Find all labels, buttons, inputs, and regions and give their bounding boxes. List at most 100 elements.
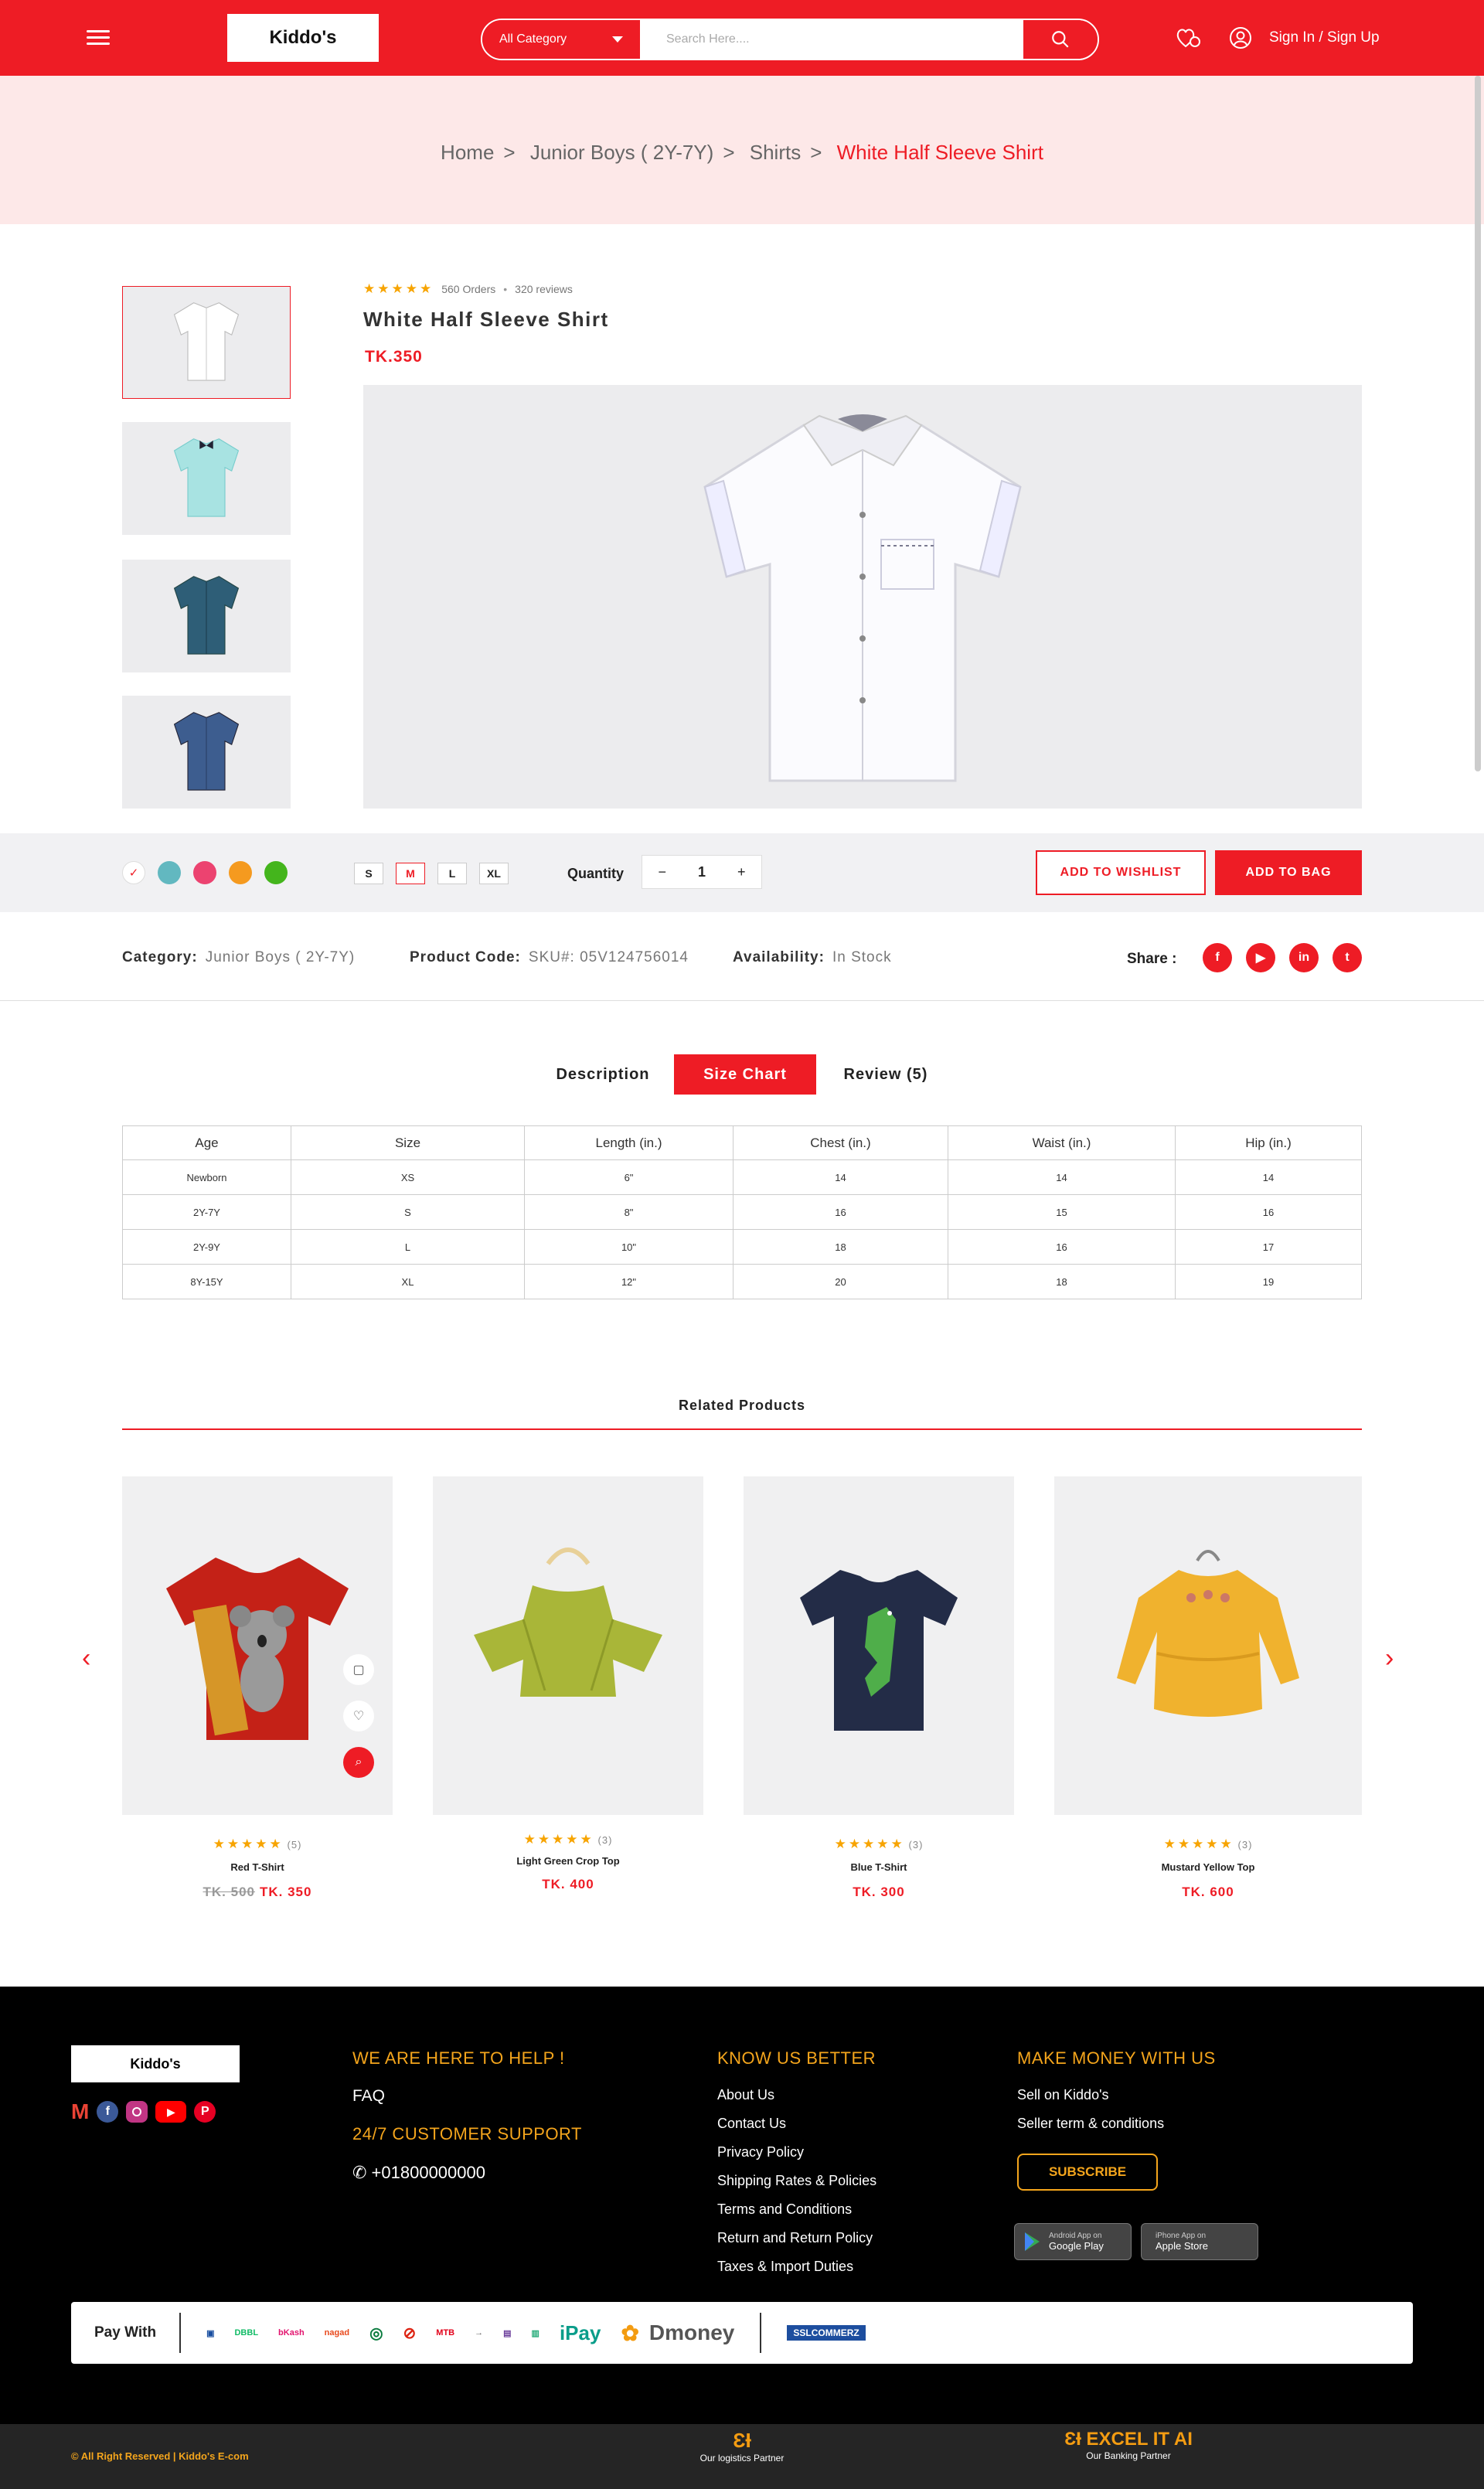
footer-link-about[interactable]: About Us [717,2087,774,2103]
pinterest-icon[interactable]: P [194,2101,216,2123]
faq-link[interactable]: FAQ [352,2087,385,2106]
subscribe-button[interactable]: SUBSCRIBE [1017,2154,1158,2191]
table-cell: XL [291,1264,525,1299]
linkedin-icon[interactable]: in [1289,943,1319,972]
instagram-icon[interactable] [126,2101,148,2123]
money-heading: MAKE MONEY WITH US [1017,2048,1216,2068]
google-play-button[interactable]: Android App on Google Play [1014,2223,1132,2260]
size-option-m[interactable]: M [396,863,425,884]
footer-link-terms[interactable]: Terms and Conditions [717,2201,852,2218]
heart-icon[interactable]: ♡ [343,1701,374,1731]
code-value: SKU#: 05V124756014 [528,949,689,965]
size-option-s[interactable]: S [354,863,383,884]
wishlist-icon[interactable] [1175,26,1203,53]
table-cell: S [291,1194,525,1230]
phone-icon: ✆ [352,2163,372,2182]
category-value[interactable]: Junior Boys ( 2Y-7Y) [206,949,356,965]
card-name[interactable]: Red T-Shirt [122,1861,393,1873]
color-swatch-orange[interactable] [229,861,252,884]
reviews-count[interactable]: 320 reviews [515,283,573,295]
add-to-wishlist-button[interactable]: ADD TO WISHLIST [1036,850,1206,895]
add-to-bag-button[interactable]: ADD TO BAG [1215,850,1362,895]
footer-link-taxes[interactable]: Taxes & Import Duties [717,2259,853,2275]
quantity-value[interactable]: 1 [698,864,706,880]
facebook-icon[interactable]: f [97,2101,119,2123]
crumb-current: White Half Sleeve Shirt [836,141,1043,164]
color-swatch-teal[interactable] [158,861,181,884]
crumb-category[interactable]: Junior Boys ( 2Y-7Y) [530,141,713,164]
footer-link-privacy[interactable]: Privacy Policy [717,2144,804,2160]
footer-link-returns[interactable]: Return and Return Policy [717,2230,873,2246]
color-swatch-pink[interactable] [193,861,216,884]
table-cell: 14 [1175,1159,1362,1195]
card-price: TK. 300 [744,1885,1014,1900]
product-card[interactable] [1054,1476,1362,1815]
site-logo[interactable]: Kiddo's [227,14,379,62]
copyright-text: All Right Reserved | Kiddo's E-com [80,2450,249,2462]
cart-icon[interactable]: ▢ [343,1654,374,1685]
dbbl-logo: DBBL [234,2328,259,2337]
carousel-next-icon[interactable]: › [1385,1643,1394,1674]
chevron-down-icon [612,36,623,43]
facebook-icon[interactable]: f [1203,943,1232,972]
tab-size-chart[interactable]: Size Chart [674,1054,816,1095]
color-swatch-white[interactable]: ✓ [122,861,145,884]
card-rating: ★★★★★ (3) [1163,1837,1253,1851]
scrollbar-thumb[interactable] [1475,76,1481,771]
product-card[interactable] [744,1476,1014,1815]
green-crop-top-image [474,1548,662,1697]
quick-view-icon[interactable]: ⌕ [343,1747,374,1778]
search-button[interactable] [1023,20,1098,59]
sslcommerz-logo: SSLCOMMERZ [787,2325,866,2341]
crumb-home[interactable]: Home [441,141,494,164]
user-icon[interactable] [1229,26,1252,53]
table-cell: 8Y-15Y [122,1264,291,1299]
logistics-partner: ƐƗ Our logistics Partner [680,2429,804,2463]
footer-link-shipping[interactable]: Shipping Rates & Policies [717,2173,876,2189]
card-name[interactable]: Blue T-Shirt [744,1861,1014,1873]
tab-review[interactable]: Review (5) [824,1054,948,1095]
color-swatch-green[interactable] [264,861,288,884]
support-phone[interactable]: ✆ +01800000000 [352,2163,485,2183]
product-thumbnail[interactable] [122,560,291,672]
carousel-prev-icon[interactable]: ‹ [82,1643,90,1674]
card-name[interactable]: Mustard Yellow Top [1073,1861,1343,1873]
table-cell: 17 [1175,1229,1362,1265]
footer-logo[interactable]: Kiddo's [71,2045,240,2082]
menu-icon[interactable] [87,26,110,48]
product-thumbnail[interactable] [122,422,291,535]
gmail-icon[interactable]: M [71,2099,89,2124]
footer-link-contact[interactable]: Contact Us [717,2116,786,2132]
size-option-l[interactable]: L [437,863,467,884]
signin-link[interactable]: Sign In / Sign Up [1269,29,1380,46]
code-label: Product Code: [410,949,521,965]
product-card[interactable] [433,1476,703,1815]
search-input[interactable]: Search Here.... [640,20,1023,59]
card-name[interactable]: Light Green Crop Top [433,1855,703,1867]
main-product-image [363,385,1362,809]
youtube-icon[interactable]: ▶ [1246,943,1275,972]
product-thumbnail[interactable] [122,286,291,399]
excel-it-logo-icon: ƐƗ [733,2429,751,2452]
bank-logo-icon: ▥ [531,2328,539,2338]
availability-label: Availability: [733,949,825,965]
decrement-button[interactable]: − [658,864,666,880]
tab-description[interactable]: Description [541,1054,665,1095]
bkash-logo: bKash [278,2328,305,2337]
size-option-xl[interactable]: XL [479,863,509,884]
divider [760,2313,762,2353]
banking-label: Our Banking Partner [1086,2450,1171,2461]
footer-link-sell[interactable]: Sell on Kiddo's [1017,2087,1109,2103]
product-title: White Half Sleeve Shirt [363,308,609,331]
crumb-subcategory[interactable]: Shirts [750,141,801,164]
banking-partner: ƐƗ EXCEL IT AI Our Banking Partner [1036,2429,1221,2461]
apple-store-button[interactable]: iPhone App on Apple Store [1141,2223,1258,2260]
product-thumbnail[interactable] [122,696,291,809]
card-rating: ★★★★★ (3) [523,1832,613,1847]
youtube-icon[interactable]: ▶ [155,2101,187,2123]
twitter-icon[interactable]: t [1333,943,1362,972]
column-header: Age [122,1125,291,1160]
increment-button[interactable]: + [737,864,746,880]
category-dropdown[interactable]: All Category [482,20,640,59]
footer-link-seller-terms[interactable]: Seller term & conditions [1017,2116,1164,2132]
